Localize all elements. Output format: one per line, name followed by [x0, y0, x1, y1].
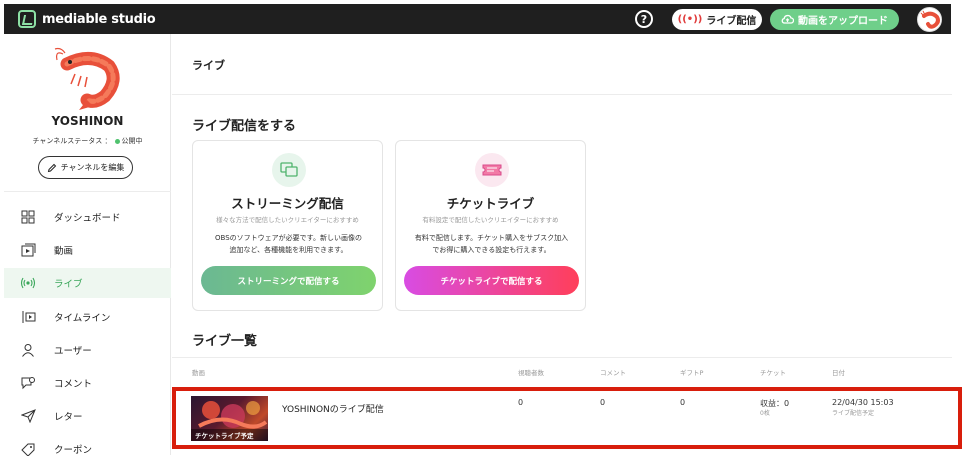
cloud-upload-icon [781, 14, 794, 24]
card-description: OBSのソフトウェアが必要です。新しい画像の 追加など、各種機能を利用できます。 [201, 232, 376, 256]
help-icon[interactable]: ? [635, 10, 653, 28]
sidebar-item-coupons[interactable]: クーポン [4, 434, 171, 464]
channel-status-value: 公開中 [121, 137, 143, 145]
card-description-line: でお得に購入できる設定も行えます。 [432, 246, 551, 254]
start-ticket-live-button[interactable]: チケットライブで配信する [404, 266, 579, 295]
broadcast-icon [20, 275, 36, 291]
brand-logo-icon [18, 10, 36, 28]
sidebar: YOSHINON チャンネルステータス ： 公開中 チャンネルを編集 ダッシュボー… [4, 34, 171, 456]
column-header-date: 日付 [832, 369, 845, 377]
shrimp-avatar-icon [920, 10, 940, 29]
upload-video-label: 動画をアップロード [798, 16, 888, 27]
shrimp-logo-icon [54, 47, 120, 110]
column-header-viewers: 視聴者数 [518, 369, 544, 377]
user-icon [20, 342, 36, 358]
sidebar-item-label: タイムライン [54, 313, 111, 324]
edit-channel-label: チャンネルを編集 [60, 163, 125, 172]
column-header-video: 動画 [192, 369, 205, 377]
timeline-icon [20, 309, 36, 325]
avatar[interactable] [917, 7, 942, 32]
column-header-ticket: チケット [760, 369, 786, 377]
sidebar-item-videos[interactable]: 動画 [4, 235, 171, 265]
sidebar-item-label: レター [54, 412, 83, 423]
brand[interactable]: mediable studio [18, 10, 156, 28]
column-header-gift-points: ギフトP [680, 369, 704, 377]
start-streaming-button[interactable]: ストリーミングで配信する [201, 266, 376, 295]
sidebar-item-label: コメント [54, 379, 93, 390]
start-live-section-title: ライブ配信をする [192, 119, 297, 134]
card-subtitle: 有料設定で配信したいクリエイターにおすすめ [422, 216, 559, 224]
live-stream-button[interactable]: ((•)) ライブ配信 [672, 9, 762, 30]
live-list-section-title: ライブ一覧 [192, 334, 258, 349]
sidebar-item-label: 動画 [54, 246, 74, 257]
pencil-icon [47, 163, 56, 172]
upload-video-button[interactable]: 動画をアップロード [770, 9, 899, 30]
sidebar-item-timeline[interactable]: タイムライン [4, 302, 171, 332]
sidebar-item-label: ユーザー [54, 346, 92, 357]
brand-name: mediable studio [42, 11, 156, 27]
sidebar-item-comments[interactable]: コメント [4, 368, 171, 398]
card-subtitle: 様々な方法で配信したいクリエイターにおすすめ [216, 216, 359, 224]
live-stream-label: ライブ配信 [706, 16, 757, 27]
status-dot-icon [114, 138, 120, 144]
channel-status-label: チャンネルステータス ： [32, 137, 112, 145]
sidebar-item-letters[interactable]: レター [4, 401, 171, 431]
sidebar-item-live[interactable]: ライブ [4, 268, 171, 298]
list-divider [172, 357, 952, 358]
sidebar-item-label: クーポン [54, 445, 93, 456]
channel-avatar [53, 46, 123, 116]
channel-name: YOSHINON [51, 114, 124, 128]
card-title: チケットライブ [446, 196, 535, 211]
comment-icon [20, 375, 36, 391]
card-description: 有料で配信します。チケット購入をサブスク加入 でお得に購入できる設定も行えます。 [404, 232, 579, 256]
column-header-comments: コメント [600, 369, 626, 377]
grid-icon [20, 209, 36, 225]
main-content: ライブ ライブ配信をする ストリーミング配信 様々な方法で配信したいクリエイター… [172, 34, 962, 455]
ticket-icon [475, 153, 509, 187]
ticket-live-card: チケットライブ 有料設定で配信したいクリエイターにおすすめ 有料で配信します。チ… [395, 140, 586, 311]
broadcast-icon: ((•)) [677, 14, 703, 25]
streaming-icon [272, 153, 306, 187]
video-icon [20, 242, 36, 258]
sidebar-divider [4, 191, 171, 192]
sidebar-item-dashboard[interactable]: ダッシュボード [4, 202, 171, 232]
card-description-line: 追加など、各種機能を利用できます。 [229, 246, 348, 254]
send-icon [20, 408, 36, 424]
channel-status: チャンネルステータス ： 公開中 [4, 136, 171, 146]
card-title: ストリーミング配信 [231, 196, 344, 211]
page-title: ライブ [192, 59, 225, 72]
sidebar-item-label: ライブ [54, 279, 83, 290]
sidebar-item-label: ダッシュボード [54, 213, 121, 224]
card-description-line: 有料で配信します。チケット購入をサブスク加入 [414, 234, 569, 242]
edit-channel-button[interactable]: チャンネルを編集 [38, 156, 133, 179]
streaming-card: ストリーミング配信 様々な方法で配信したいクリエイターにおすすめ OBSのソフト… [192, 140, 383, 311]
title-divider [172, 94, 952, 95]
row-highlight-box [172, 387, 962, 449]
sidebar-item-users[interactable]: ユーザー [4, 335, 171, 365]
card-description-line: OBSのソフトウェアが必要です。新しい画像の [215, 234, 362, 242]
top-bar: mediable studio ? ((•)) ライブ配信 動画をアップロード [4, 4, 951, 34]
